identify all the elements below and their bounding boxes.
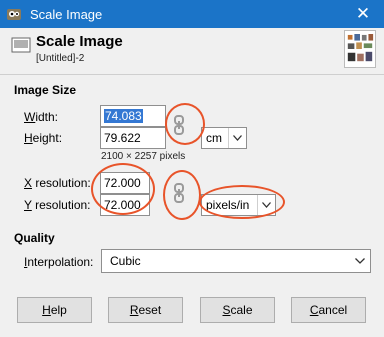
y-resolution-field[interactable]: 72.000 [100,194,150,216]
reset-button-label: Reset [129,303,162,317]
y-resolution-value: 72.000 [104,198,141,212]
scale-button-label: Scale [222,303,253,317]
title-bar: Scale Image ✕ [0,0,384,28]
x-resolution-field[interactable]: 72.000 [100,172,150,194]
interpolation-label: Interpolation: [24,255,94,269]
width-value: 74.083 [104,109,143,123]
help-button[interactable]: Help [17,297,92,323]
cancel-button-label: Cancel [309,303,348,317]
chevron-down-icon [257,195,275,215]
reset-button[interactable]: Reset [108,297,183,323]
scale-button[interactable]: Scale [200,297,275,323]
chain-link-icon[interactable] [171,114,187,136]
resolution-unit-value: pixels/in [206,198,250,212]
image-name: [Untitled]-2 [36,53,85,64]
image-size-heading: Image Size [14,83,77,97]
gimp-icon [7,9,21,20]
width-field[interactable]: 74.083 [100,105,166,127]
image-icon [11,37,31,53]
window-title: Scale Image [30,7,103,22]
interpolation-value: Cubic [110,254,141,268]
dialog-header: Scale Image [Untitled]-2 [0,28,384,74]
size-unit-dropdown[interactable]: cm [201,127,247,149]
y-resolution-label: Y resolution: [24,198,91,212]
help-button-label: Help [42,303,67,317]
chain-link-icon[interactable] [171,182,187,204]
close-icon: ✕ [355,4,371,23]
x-resolution-label: X resolution: [24,176,91,190]
quality-heading: Quality [14,231,55,245]
x-resolution-value: 72.000 [104,176,141,190]
height-field[interactable]: 79.622 [100,127,166,149]
cancel-button[interactable]: Cancel [291,297,366,323]
close-button[interactable]: ✕ [342,0,384,28]
height-value: 79.622 [104,131,141,145]
header-divider [0,74,384,75]
dialog-title: Scale Image [36,33,123,50]
interpolation-dropdown[interactable]: Cubic [101,249,371,273]
width-label: Width: [24,110,59,124]
resolution-unit-dropdown[interactable]: pixels/in [201,194,276,216]
height-label: Height: [24,131,63,145]
size-unit-value: cm [206,131,222,145]
image-thumbnail [344,30,376,68]
chevron-down-icon [350,250,370,272]
chevron-down-icon [228,128,246,148]
pixel-dimensions: 2100 × 2257 pixels [101,151,186,162]
